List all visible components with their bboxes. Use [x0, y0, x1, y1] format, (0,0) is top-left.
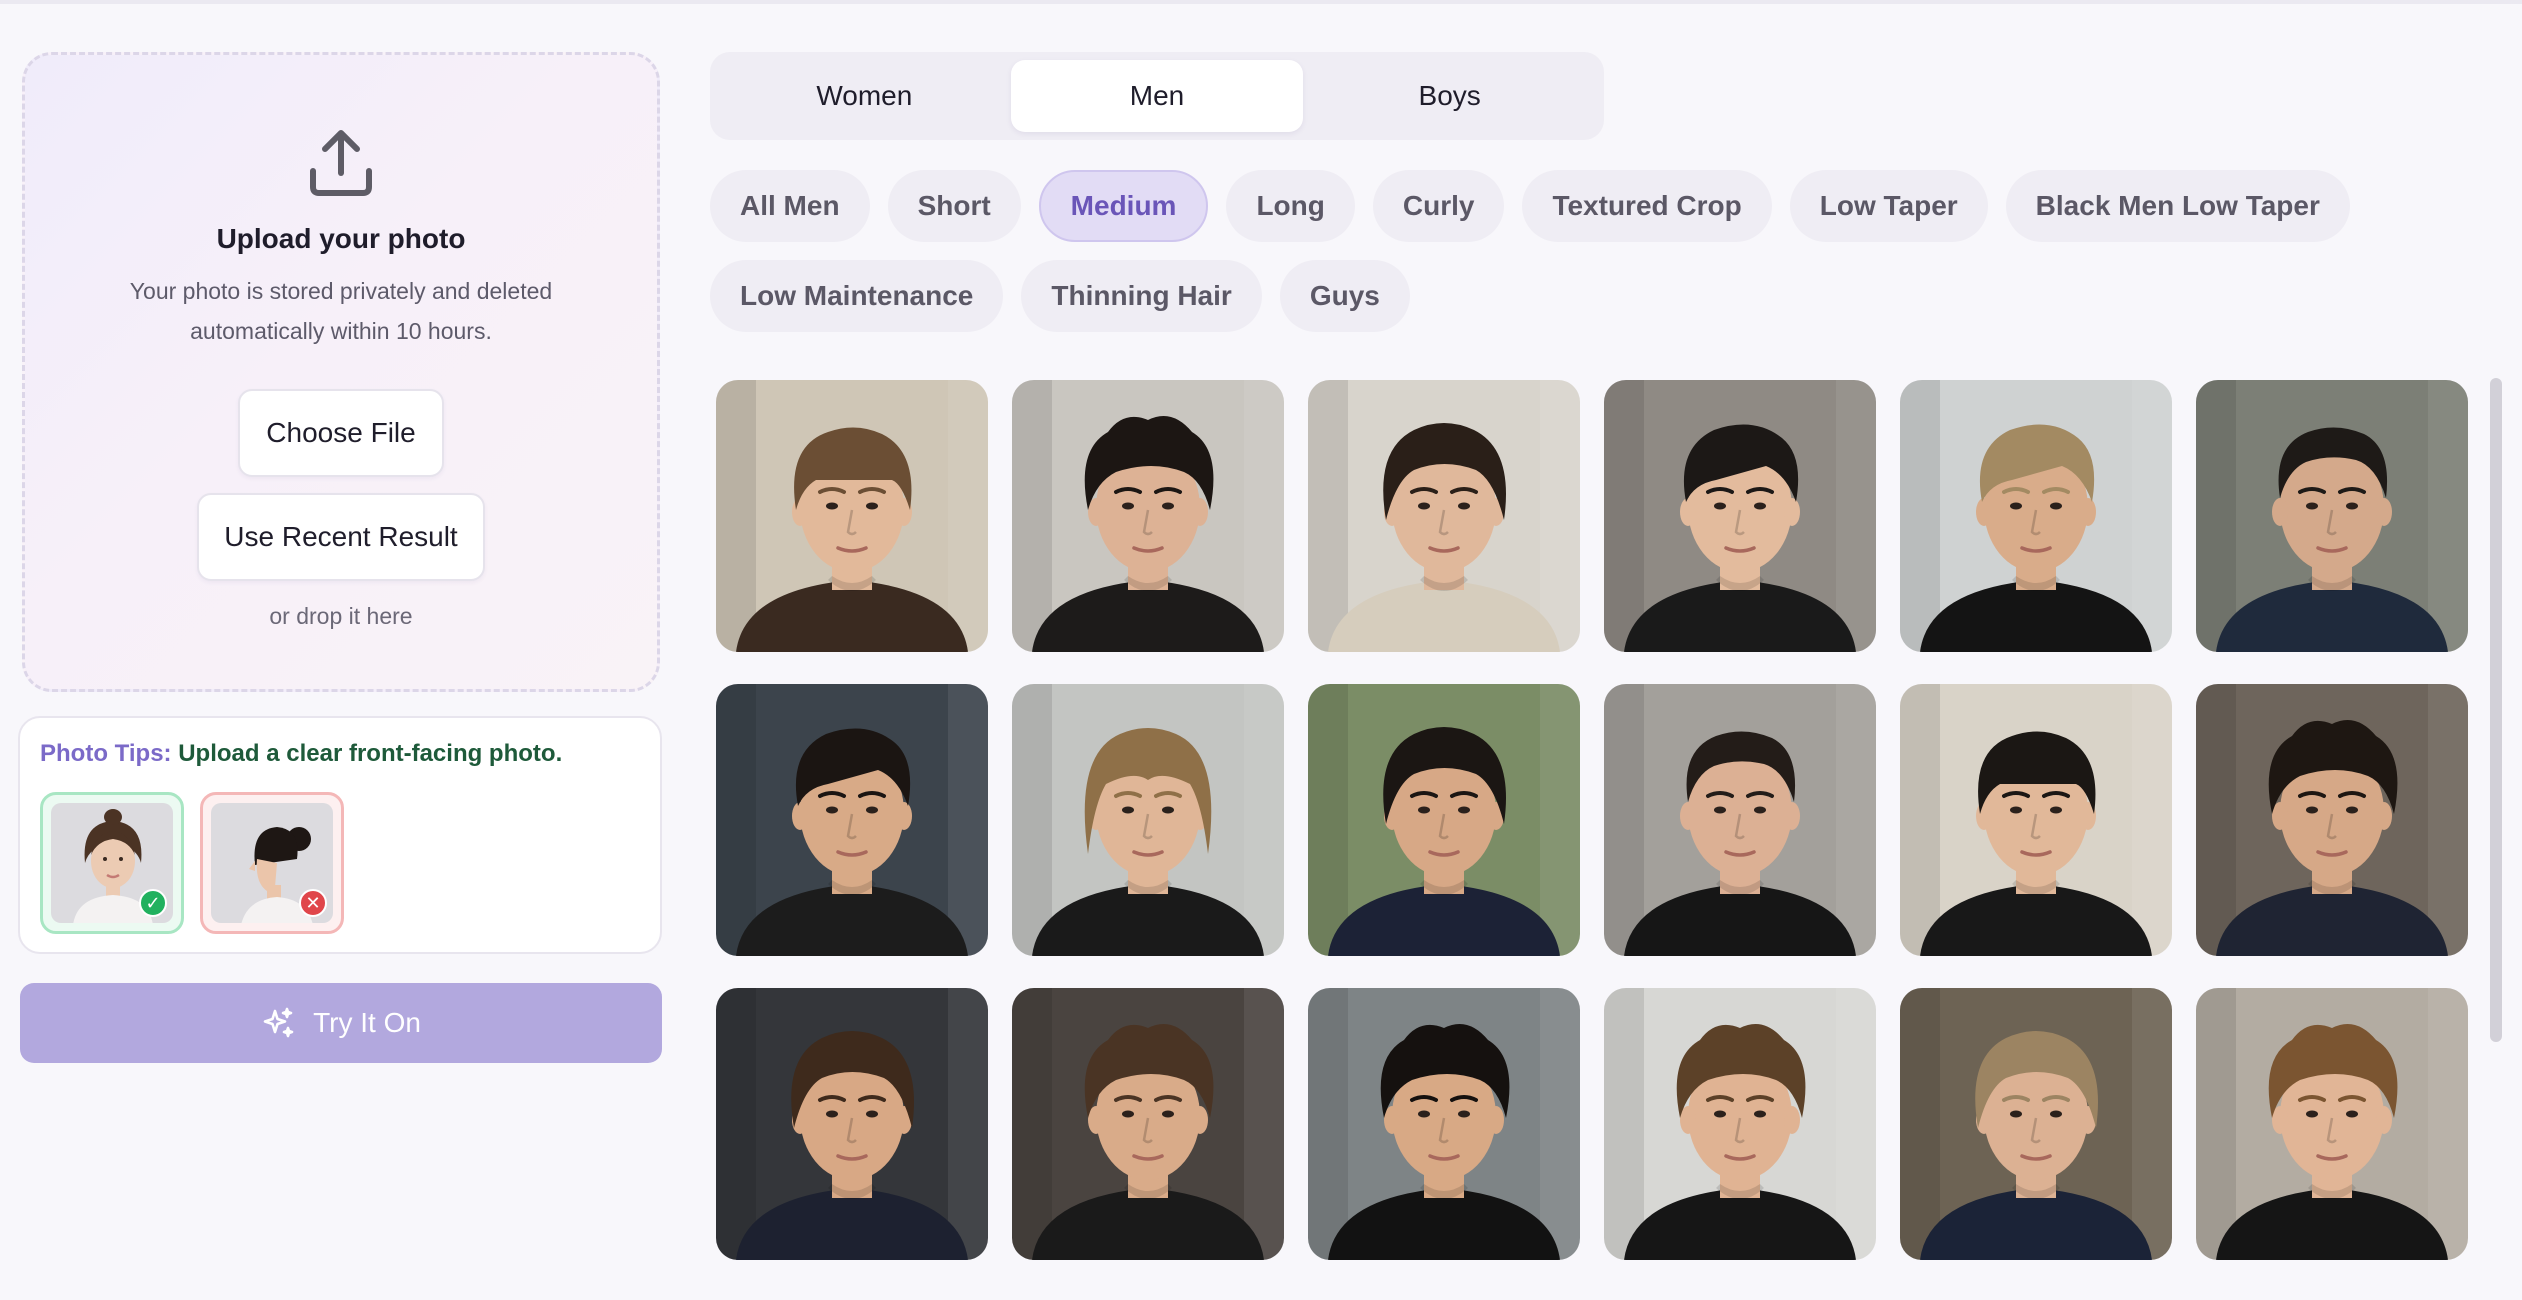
- upload-icon: [310, 130, 372, 196]
- choose-file-button[interactable]: Choose File: [238, 389, 444, 477]
- filter-guys[interactable]: Guys: [1279, 260, 1410, 332]
- hairstyle-portrait: [1604, 988, 1876, 1260]
- hairstyle-portrait: [1900, 684, 2172, 956]
- filter-long[interactable]: Long: [1226, 170, 1355, 242]
- filter-medium[interactable]: Medium: [1038, 170, 1209, 242]
- filter-curly[interactable]: Curly: [1372, 170, 1505, 242]
- hairstyle-portrait: [716, 684, 988, 956]
- photo-tips-label: Photo Tips:: [40, 740, 172, 767]
- gender-tabs: Women Men Boys: [710, 52, 1604, 140]
- filter-low-maintenance[interactable]: Low Maintenance: [710, 260, 1004, 332]
- sparkle-icon: [263, 1007, 294, 1038]
- filter-textured-crop[interactable]: Textured Crop: [1522, 170, 1772, 242]
- try-it-on-label: Try It On: [313, 1007, 421, 1038]
- gallery-scrollbar-thumb[interactable]: [2490, 378, 2502, 1042]
- use-recent-result-button[interactable]: Use Recent Result: [197, 493, 485, 581]
- hairstyle-option-8[interactable]: [1012, 684, 1284, 956]
- front-facing-example-image: ✓: [51, 803, 173, 923]
- hairstyle-option-6[interactable]: [2196, 380, 2468, 652]
- hairstyle-portrait: [1604, 684, 1876, 956]
- hairstyle-option-4[interactable]: [1604, 380, 1876, 652]
- tab-boys[interactable]: Boys: [1303, 60, 1596, 132]
- hairstyle-option-9[interactable]: [1308, 684, 1580, 956]
- filter-row-2: Low Maintenance Thinning Hair Guys: [710, 260, 2470, 332]
- upload-title: Upload your photo: [216, 223, 466, 254]
- hairstyle-option-3[interactable]: [1308, 380, 1580, 652]
- hairstyle-option-7[interactable]: [716, 684, 988, 956]
- hairstyle-option-10[interactable]: [1604, 684, 1876, 956]
- drop-hint: or drop it here: [269, 603, 413, 629]
- hairstyle-portrait: [716, 988, 988, 1260]
- hairstyle-portrait: [2196, 380, 2468, 652]
- good-example-photo: ✓: [40, 792, 184, 934]
- hairstyle-portrait: [2196, 684, 2468, 956]
- filter-low-taper[interactable]: Low Taper: [1789, 170, 1988, 242]
- hairstyle-option-11[interactable]: [1900, 684, 2172, 956]
- style-filter-chips: All Men Short Medium Long Curly Textured…: [710, 170, 2470, 350]
- photo-tips-panel: Photo Tips: Upload a clear front-facing …: [18, 716, 662, 954]
- hairstyle-portrait: [716, 380, 988, 652]
- hairstyle-portrait: [1012, 380, 1284, 652]
- hairstyle-option-5[interactable]: [1900, 380, 2172, 652]
- hairstyle-option-18[interactable]: [2196, 988, 2468, 1260]
- hairstyle-option-17[interactable]: [1900, 988, 2172, 1260]
- hairstyle-option-15[interactable]: [1308, 988, 1580, 1260]
- filter-short[interactable]: Short: [887, 170, 1021, 242]
- hairstyle-portrait: [1012, 988, 1284, 1260]
- top-divider: [0, 0, 2522, 4]
- hairstyle-option-2[interactable]: [1012, 380, 1284, 652]
- photo-tips-text: Photo Tips: Upload a clear front-facing …: [40, 740, 562, 768]
- hairstyle-portrait: [1900, 988, 2172, 1260]
- tab-men[interactable]: Men: [1010, 60, 1304, 132]
- hairstyle-gallery: [716, 380, 2468, 1260]
- hairstyle-portrait: [1604, 380, 1876, 652]
- side-profile-example-image: ✕: [211, 803, 333, 923]
- filter-black-men-low-taper[interactable]: Black Men Low Taper: [2005, 170, 2350, 242]
- photo-tips-message: Upload a clear front-facing photo.: [178, 740, 563, 767]
- hairstyle-portrait: [1308, 684, 1580, 956]
- tab-women[interactable]: Women: [718, 60, 1011, 132]
- bad-example-photo: ✕: [200, 792, 344, 934]
- hairstyle-portrait: [1308, 988, 1580, 1260]
- hairstyle-portrait: [1012, 684, 1284, 956]
- hairstyle-option-12[interactable]: [2196, 684, 2468, 956]
- upload-dropzone[interactable]: Upload your photo Your photo is stored p…: [22, 52, 660, 692]
- filter-thinning-hair[interactable]: Thinning Hair: [1021, 260, 1262, 332]
- filter-row-1: All Men Short Medium Long Curly Textured…: [710, 170, 2470, 242]
- close-icon: ✕: [299, 889, 327, 917]
- hairstyle-portrait: [1308, 380, 1580, 652]
- check-icon: ✓: [139, 889, 167, 917]
- filter-all-men[interactable]: All Men: [710, 170, 870, 242]
- hairstyle-portrait: [1900, 380, 2172, 652]
- upload-privacy-text: Your photo is stored privately and delet…: [129, 278, 553, 344]
- hairstyle-option-14[interactable]: [1012, 988, 1284, 1260]
- hairstyle-option-1[interactable]: [716, 380, 988, 652]
- try-it-on-button[interactable]: Try It On: [20, 983, 662, 1063]
- hairstyle-option-16[interactable]: [1604, 988, 1876, 1260]
- hairstyle-option-13[interactable]: [716, 988, 988, 1260]
- hairstyle-portrait: [2196, 988, 2468, 1260]
